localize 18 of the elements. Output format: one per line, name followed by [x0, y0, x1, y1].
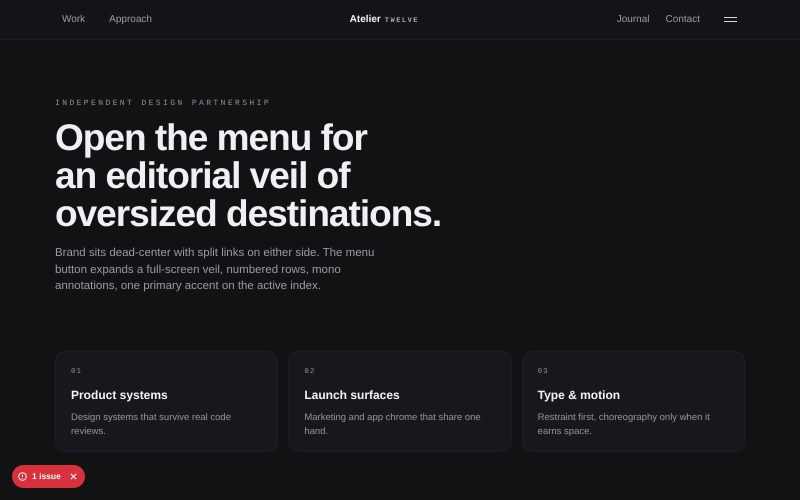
nav-link[interactable]: Approach	[109, 12, 152, 27]
menu-button[interactable]	[724, 14, 738, 24]
issues-badge[interactable]: 1 issue	[12, 465, 85, 488]
card-description: Restraint first, choreography only when it earns space.	[538, 410, 711, 439]
nav-link[interactable]: Work	[62, 12, 86, 27]
eyebrow-text: INDEPENDENT DESIGN PARTNERSHIP	[55, 98, 272, 110]
hero-heading: Open the menu for an editorial veil of oversized destinations.	[55, 119, 442, 233]
card-description: Marketing and app chrome that share one hand.	[304, 410, 482, 439]
hero-description: Brand sits dead-center with split links on either side. The menu button expands a full-screen veil, numbered rows, mono annotations, one primary accent on the active index.	[55, 246, 376, 294]
nav-link[interactable]: Journal	[616, 12, 650, 27]
card-description: Design systems that survive real code reviews.	[71, 410, 232, 439]
card-title: Product systems	[71, 386, 169, 404]
close-icon[interactable]	[70, 473, 77, 480]
issues-label: 1 issue	[32, 470, 61, 483]
card-title: Type & motion	[538, 386, 622, 404]
alert-icon	[18, 472, 27, 481]
nav-link[interactable]: Contact	[666, 12, 700, 27]
card-title: Launch surfaces	[304, 386, 401, 404]
